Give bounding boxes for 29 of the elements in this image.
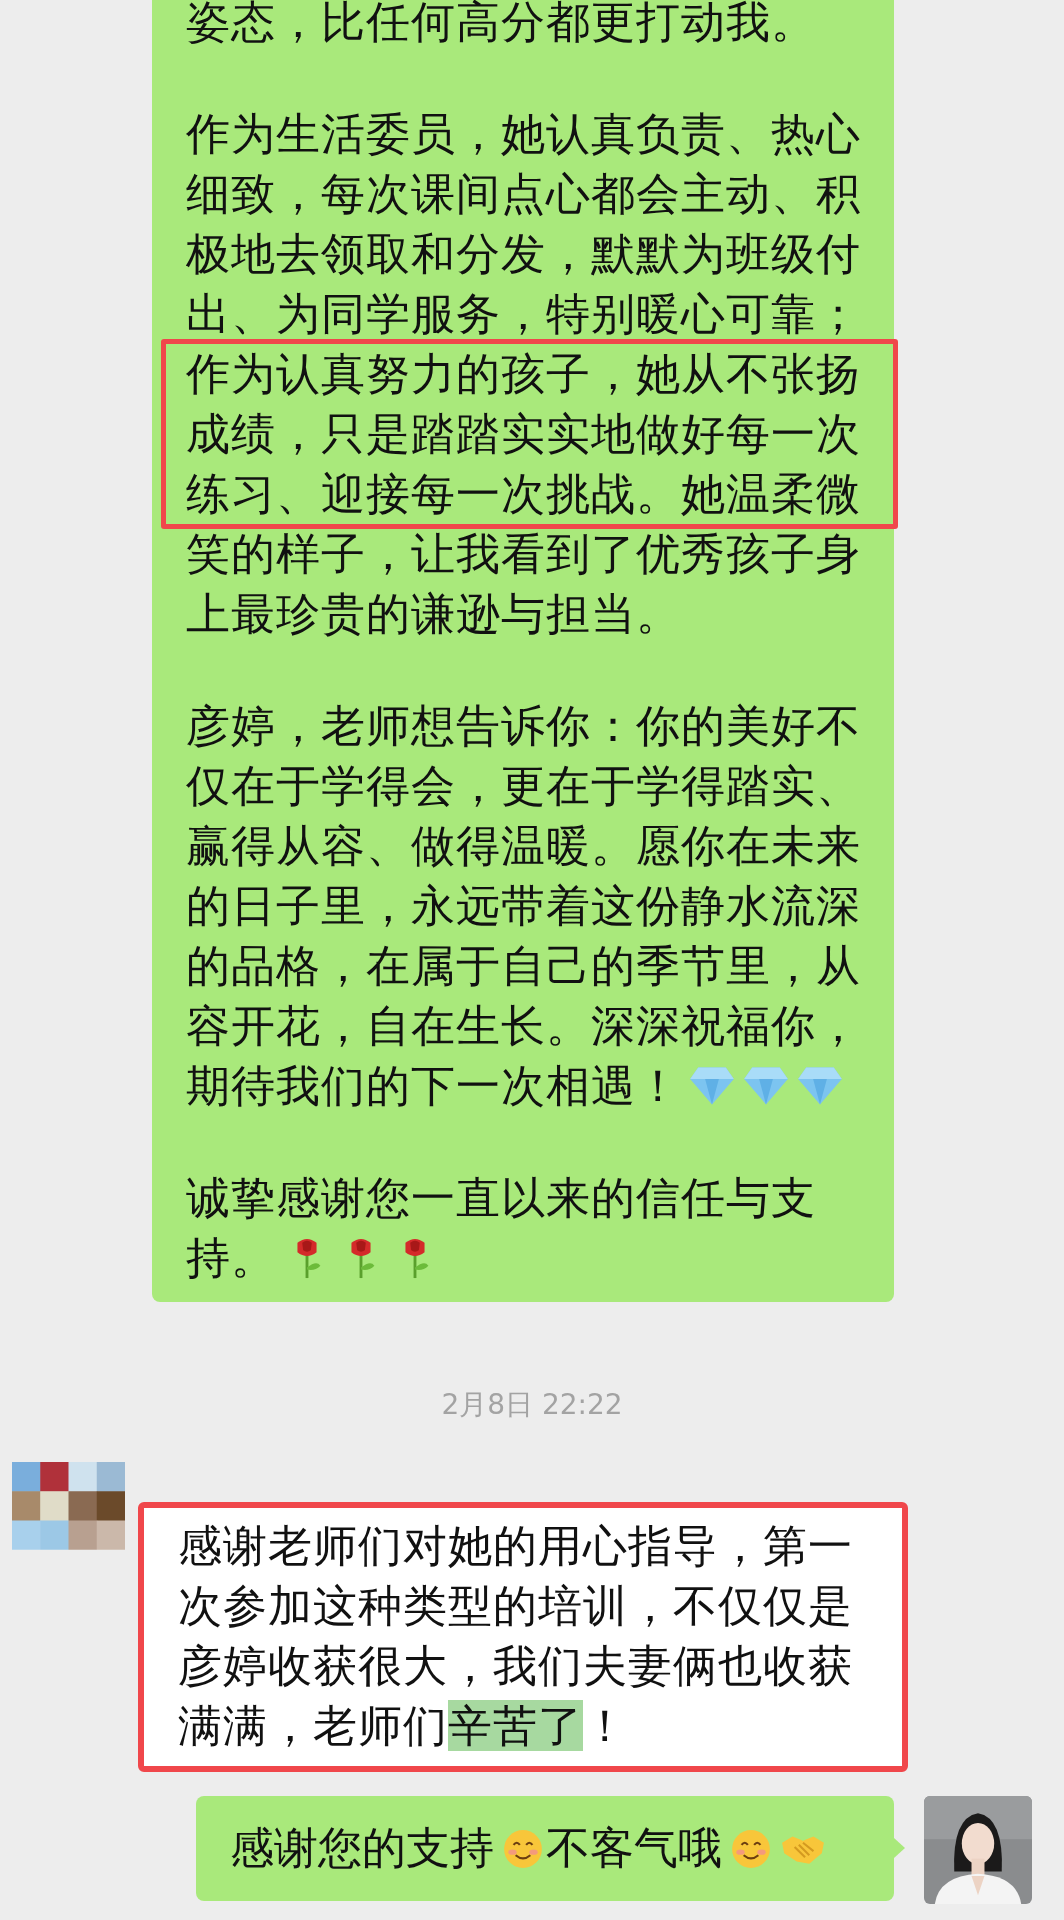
- message-text: 满满，老师们辛苦了！: [178, 1699, 628, 1753]
- message-text: 诚挚感谢您一直以来的信任与支: [186, 1171, 816, 1225]
- message-text: 彦婷收获很大，我们夫妻俩也收获: [178, 1639, 853, 1693]
- message-text: 不客气哦: [546, 1821, 722, 1875]
- message-text: 作为认真努力的孩子，她从不张扬: [186, 347, 861, 401]
- diamond-icon: [689, 1065, 735, 1107]
- message-text: 次参加这种类型的培训，不仅仅是: [178, 1579, 853, 1633]
- message-text: 感谢老师们对她的用心指导，第一: [178, 1519, 853, 1573]
- timestamp: 2月8日 22:22: [441, 1387, 623, 1423]
- message-text: 笑的样子，让我看到了优秀孩子身: [186, 527, 861, 581]
- diamond-icon: [797, 1065, 843, 1107]
- message-text: 作为生活委员，她认真负责、热心: [186, 107, 861, 161]
- message-text: 细致，每次课间点心都会主动、积: [186, 167, 861, 221]
- message-text: 彦婷，老师想告诉你：你的美好不: [186, 699, 861, 753]
- message-text: 练习、迎接每一次挑战。她温柔微: [186, 467, 861, 521]
- message-text: 持。: [186, 1231, 276, 1285]
- message-text: 容开花，自在生长。深深祝福你，: [186, 999, 861, 1053]
- message-text: 感谢您的支持: [230, 1821, 494, 1875]
- message-text: 姿态，比任何高分都更打动我。: [186, 0, 816, 49]
- message-text: 上最珍贵的谦逊与担当。: [186, 587, 681, 641]
- message-text: 的日子里，永远带着这份静水流深: [186, 879, 861, 933]
- message-text: 赢得从容、做得温暖。愿你在未来: [186, 819, 861, 873]
- message-text: 的品格，在属于自己的季节里，从: [186, 939, 861, 993]
- message-text: 成绩，只是踏踏实实地做好每一次: [186, 407, 861, 461]
- message-text: 出、为同学服务，特别暖心可靠；: [186, 287, 861, 341]
- message-text: 极地去领取和分发，默默为班级付: [186, 227, 861, 281]
- message-text: 仅在于学得会，更在于学得踏实、: [186, 759, 861, 813]
- message-text: 期待我们的下一次相遇！: [186, 1059, 681, 1113]
- diamond-icon: [743, 1065, 789, 1107]
